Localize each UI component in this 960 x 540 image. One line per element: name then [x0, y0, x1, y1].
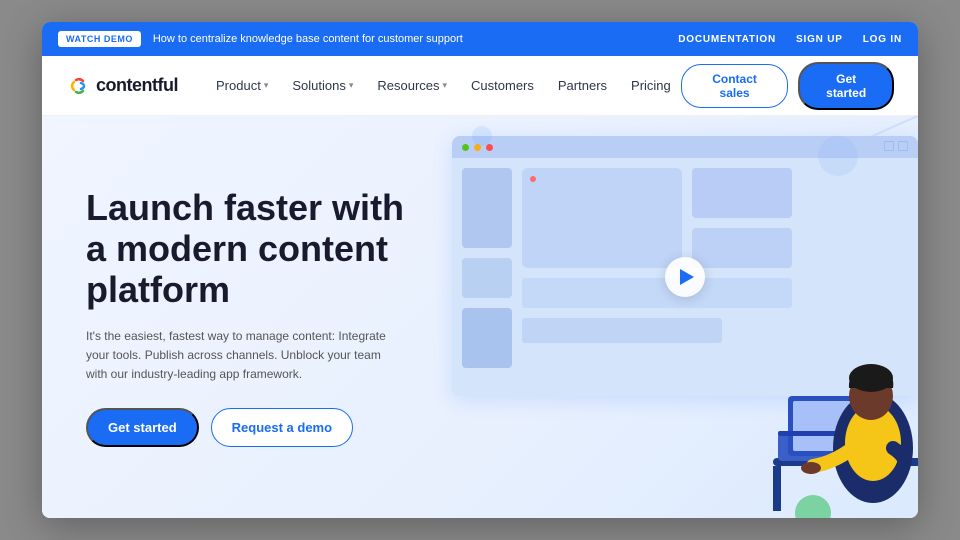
play-icon [680, 269, 694, 285]
dot-green-icon [462, 144, 469, 151]
navbar: contentful Product ▾ Solutions ▾ Resourc… [42, 56, 918, 116]
resources-chevron-icon: ▾ [443, 80, 448, 91]
solutions-nav-label: Solutions [292, 78, 345, 93]
pricing-nav-item[interactable]: Pricing [621, 72, 681, 99]
top-bar-message: How to centralize knowledge base content… [153, 33, 666, 45]
hero-title: Launch faster with a modern content plat… [86, 187, 410, 311]
resources-nav-item[interactable]: Resources ▾ [367, 72, 457, 99]
get-started-nav-button[interactable]: Get started [798, 62, 894, 110]
partners-nav-label: Partners [558, 78, 607, 93]
request-demo-button[interactable]: Request a demo [211, 408, 353, 447]
browser-window: WATCH DEMO How to centralize knowledge b… [42, 22, 918, 518]
product-nav-label: Product [216, 78, 261, 93]
signup-link[interactable]: SIGN UP [796, 34, 843, 45]
solutions-chevron-icon: ▾ [349, 80, 354, 91]
customers-nav-item[interactable]: Customers [461, 72, 544, 99]
person-illustration [713, 248, 918, 518]
resources-nav-label: Resources [377, 78, 439, 93]
documentation-link[interactable]: DOCUMENTATION [678, 34, 776, 45]
nav-links: Product ▾ Solutions ▾ Resources ▾ Custom… [206, 72, 681, 99]
contact-sales-button[interactable]: Contact sales [681, 64, 789, 108]
customers-nav-label: Customers [471, 78, 534, 93]
product-nav-item[interactable]: Product ▾ [206, 72, 278, 99]
solutions-nav-item[interactable]: Solutions ▾ [282, 72, 363, 99]
top-bar-links: DOCUMENTATION SIGN UP LOG IN [678, 34, 902, 45]
hero-section: Launch faster with a modern content plat… [42, 116, 918, 518]
deco-circle-1 [818, 136, 858, 176]
deco-circle-2 [472, 126, 492, 146]
product-chevron-icon: ▾ [264, 80, 269, 91]
hero-buttons: Get started Request a demo [86, 408, 410, 447]
hero-left: Launch faster with a modern content plat… [42, 116, 442, 518]
pricing-nav-label: Pricing [631, 78, 671, 93]
login-link[interactable]: LOG IN [863, 34, 902, 45]
hero-subtitle: It's the easiest, fastest way to manage … [86, 327, 386, 385]
logo[interactable]: contentful [66, 74, 178, 98]
logo-icon [66, 74, 90, 98]
hero-right [442, 116, 918, 518]
logo-text: contentful [96, 75, 178, 96]
play-button[interactable] [665, 257, 705, 297]
nav-actions: Contact sales Get started [681, 62, 894, 110]
partners-nav-item[interactable]: Partners [548, 72, 617, 99]
top-bar: WATCH DEMO How to centralize knowledge b… [42, 22, 918, 56]
get-started-hero-button[interactable]: Get started [86, 408, 199, 447]
watch-demo-button[interactable]: WATCH DEMO [58, 31, 141, 47]
